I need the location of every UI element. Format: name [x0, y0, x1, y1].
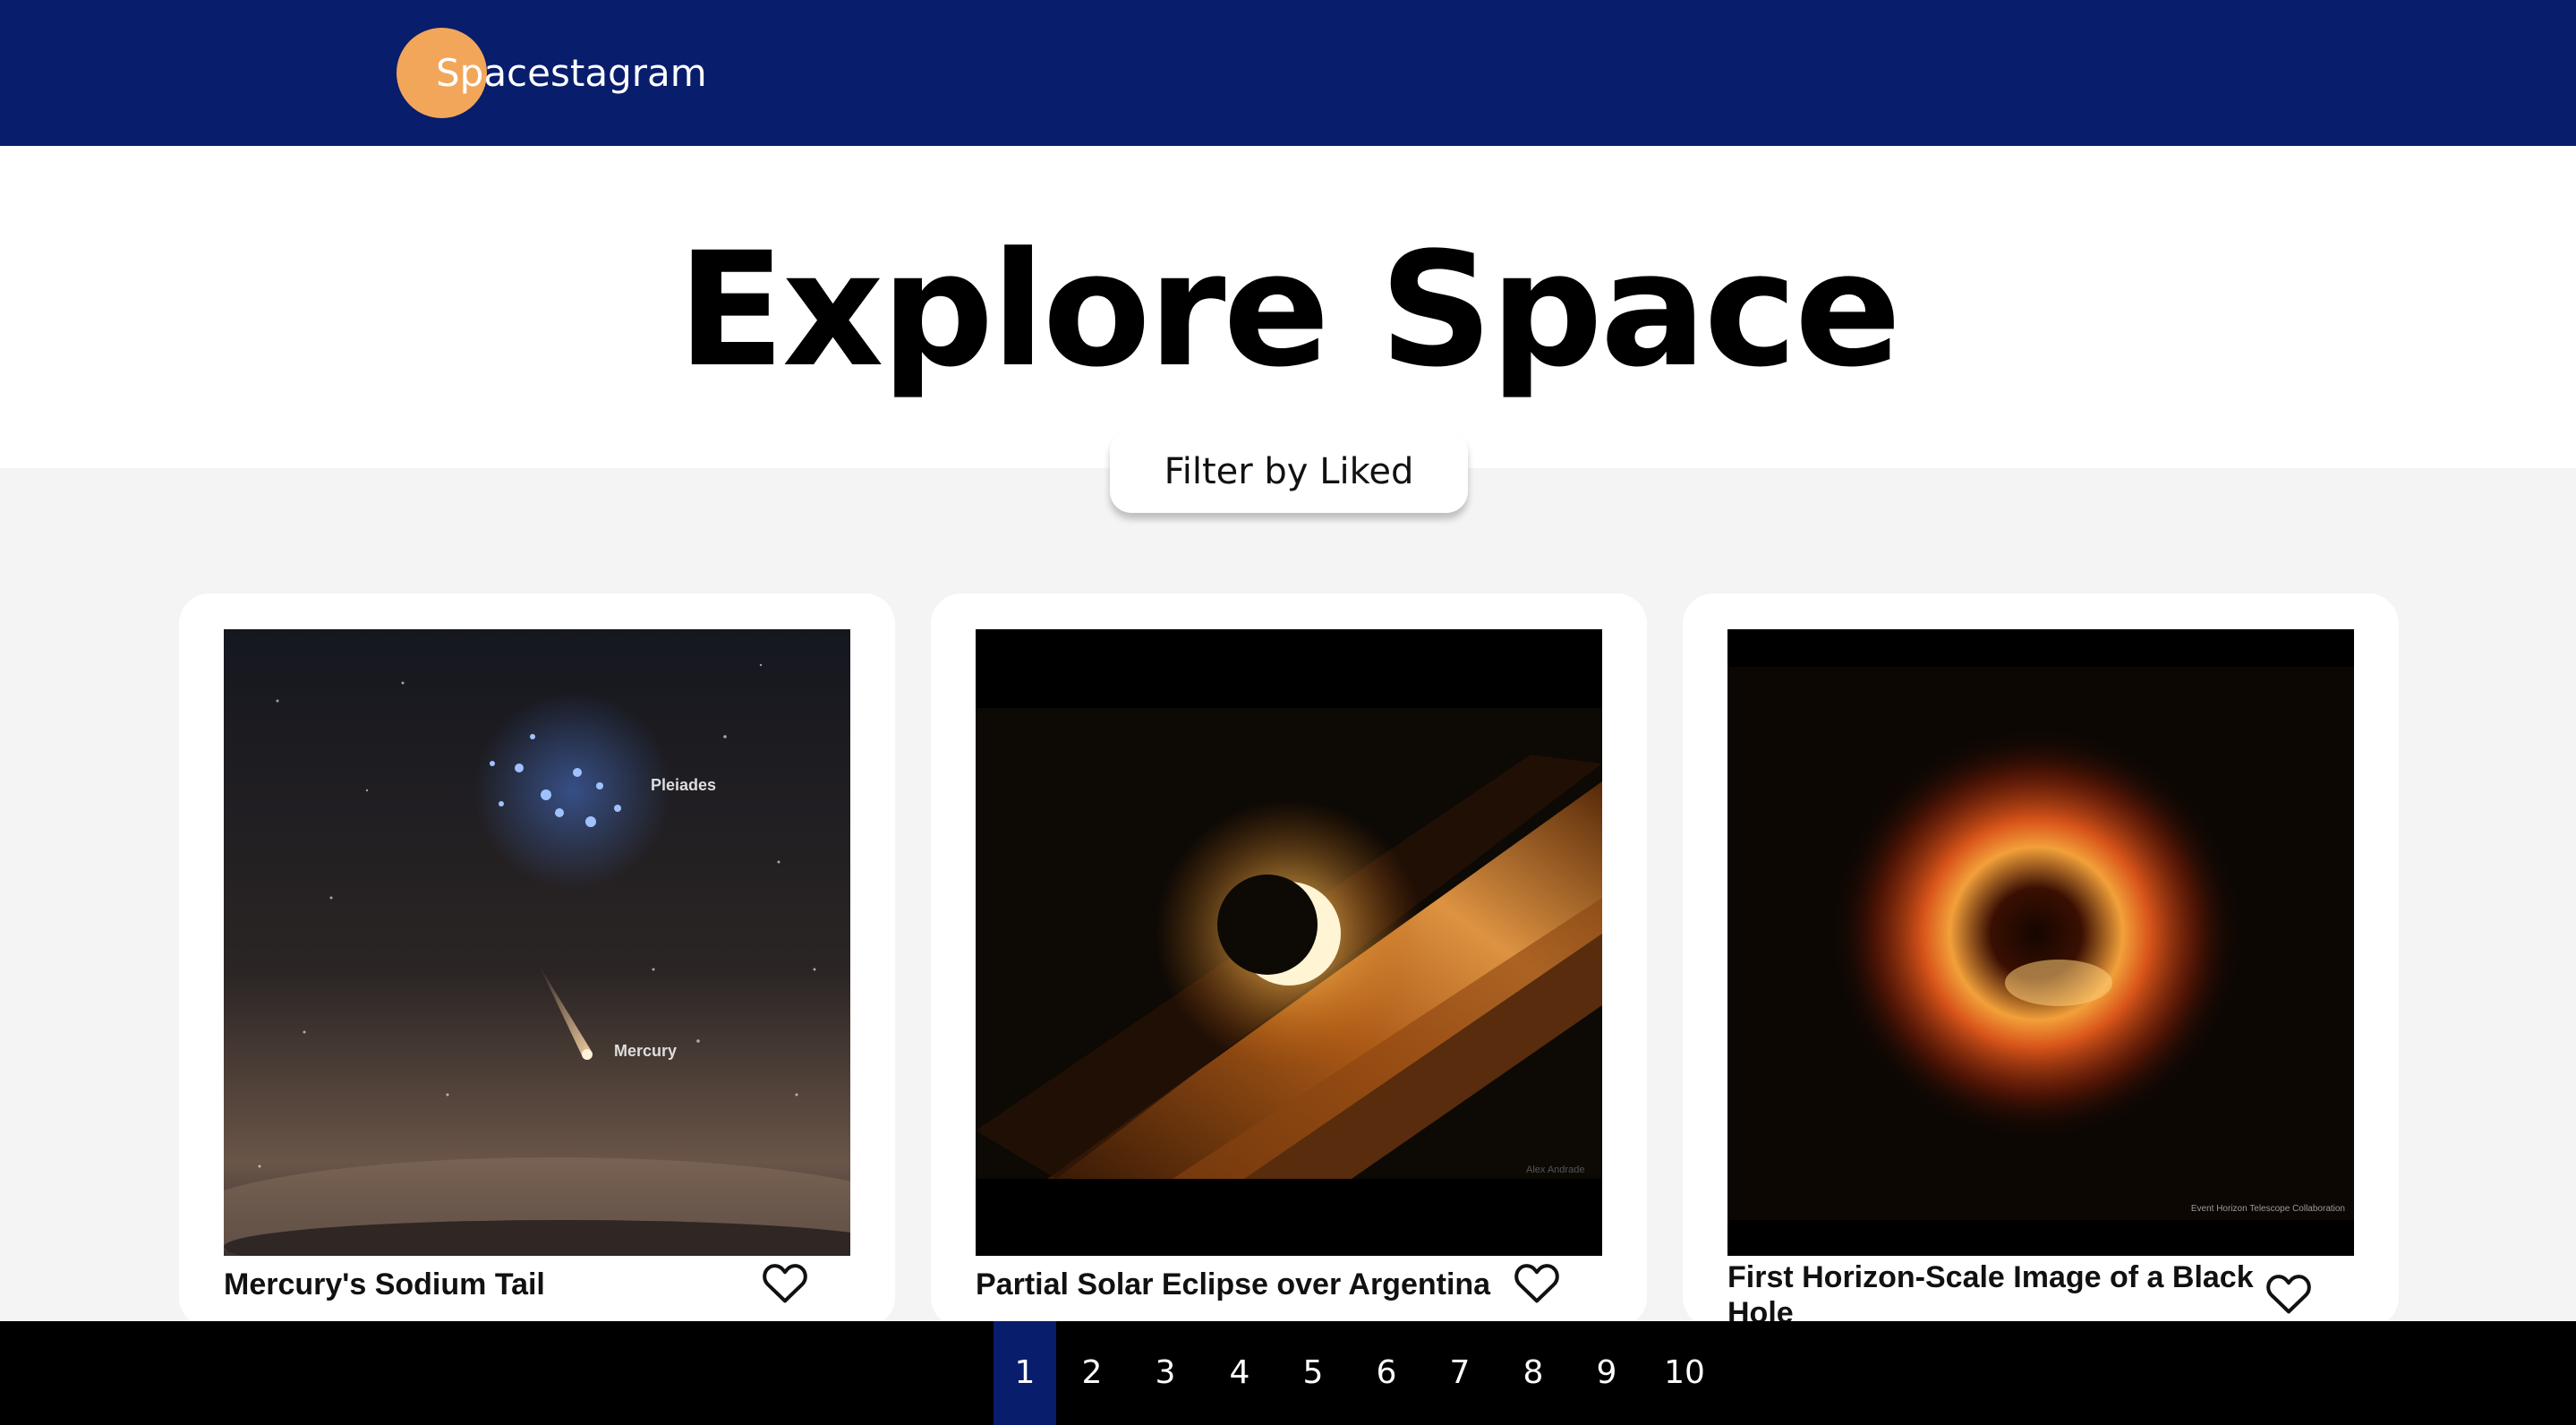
post-image-3: Event Horizon Telescope Collaboration [1727, 629, 2354, 1256]
post-title-1: Mercury's Sodium Tail [224, 1267, 545, 1301]
post-title-2: Partial Solar Eclipse over Argentina [976, 1267, 1491, 1301]
heart-outline-icon [1514, 1264, 1559, 1303]
page-8-button[interactable]: 8 [1508, 1321, 1558, 1425]
like-button-2[interactable] [1513, 1259, 1561, 1304]
page-7-button[interactable]: 7 [1435, 1321, 1485, 1425]
pleiades-label: Pleiades [651, 776, 716, 794]
heart-outline-icon [2266, 1275, 2311, 1314]
post-title-3: First Horizon-Scale Image of a Black Hol… [1727, 1260, 2254, 1330]
page-title: Explore Space [677, 218, 1902, 402]
photo-credit: Alex Andrade [1526, 1165, 1584, 1175]
page-5-button[interactable]: 5 [1288, 1321, 1338, 1425]
post-card-2: Alex Andrade Partial Solar Eclipse over … [931, 593, 1647, 1327]
page-6-button[interactable]: 6 [1361, 1321, 1412, 1425]
mercury-label: Mercury [614, 1042, 677, 1060]
post-image-1: Pleiades Mercury [224, 629, 850, 1256]
like-button-3[interactable] [2265, 1270, 2313, 1315]
like-button-1[interactable] [761, 1259, 809, 1304]
heart-outline-icon [763, 1264, 807, 1303]
page-4-button[interactable]: 4 [1215, 1321, 1265, 1425]
page-1-button[interactable]: 1 [994, 1321, 1056, 1425]
post-image-2: Alex Andrade [976, 629, 1602, 1256]
page-2-button[interactable]: 2 [1067, 1321, 1117, 1425]
pagination-bar: 1 2 3 4 5 6 7 8 9 10 [0, 1321, 2576, 1425]
post-card-3: Event Horizon Telescope Collaboration Fi… [1683, 593, 2399, 1330]
page-10-button[interactable]: 10 [1655, 1321, 1714, 1425]
brand-name[interactable]: Spacestagram [436, 47, 707, 100]
photo-credit: Event Horizon Telescope Collaboration [2191, 1204, 2345, 1214]
top-nav-bar: Spacestagram [0, 0, 2576, 146]
page-3-button[interactable]: 3 [1140, 1321, 1190, 1425]
filter-by-liked-button[interactable]: Filter by Liked [1110, 431, 1468, 513]
page-9-button[interactable]: 9 [1582, 1321, 1632, 1425]
post-card-1: Pleiades Mercury Mercury's Sodium Tail [179, 593, 895, 1327]
